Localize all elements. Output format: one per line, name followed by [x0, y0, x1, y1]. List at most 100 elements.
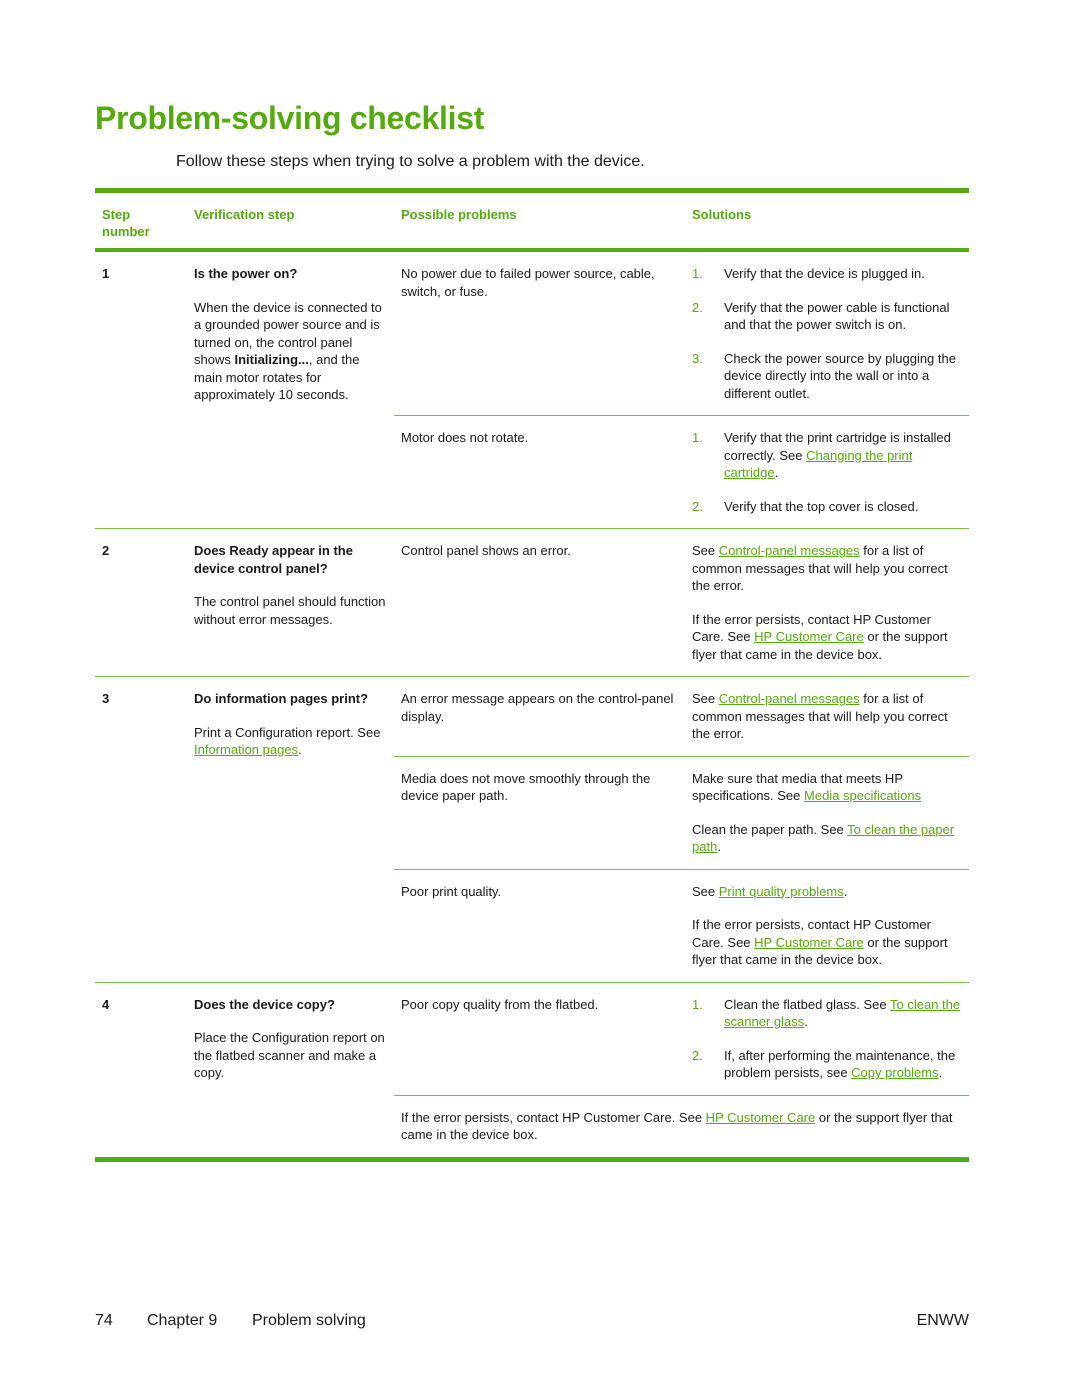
solution-text: Verify that the power cable is functiona… [724, 299, 950, 333]
solution-cell: 1. Verify that the device is plugged in. … [685, 252, 969, 415]
chapter-label: Chapter 9 [147, 1312, 218, 1329]
solution-item: 3. Check the power source by plugging the… [692, 350, 963, 403]
solution-text: Verify that the print cartridge is insta… [724, 429, 963, 482]
solution-text: If, after performing the maintenance, th… [724, 1047, 963, 1082]
solution-cell: 1. Verify that the print cartridge is ins… [685, 416, 969, 528]
problem-row: Poor copy quality from the flatbed. 1. Cl… [394, 983, 969, 1095]
verification-question: Does the device copy? [194, 996, 335, 1012]
step-row-2: 2 Does Ready appear in the device contro… [95, 529, 969, 676]
problems-group: No power due to failed power source, cab… [394, 252, 969, 528]
problem-row: Motor does not rotate. 1. Verify that the… [394, 415, 969, 528]
solution-item: 2. Verify that the top cover is closed. [692, 498, 963, 516]
verification-step: Is the power on? When the device is conn… [187, 252, 394, 528]
link-information-pages[interactable]: Information pages [194, 742, 298, 757]
solution-list: 1. Clean the flatbed glass. See To clean … [692, 996, 963, 1082]
intro-text: Follow these steps when trying to solve … [176, 153, 645, 170]
list-number: 1. [692, 430, 703, 445]
step-row-3: 3 Do information pages print? Print a Co… [95, 677, 969, 982]
solution-paragraph: Clean the paper path. See To clean the p… [692, 821, 963, 856]
desc-bold: Initializing... [234, 352, 309, 367]
solution-cell: See Print quality problems. If the error… [685, 870, 969, 982]
solution-text: Verify that the top cover is closed. [724, 498, 919, 514]
link-hp-customer-care[interactable]: HP Customer Care [754, 629, 864, 644]
text: Print a Configuration report. See [194, 724, 381, 740]
verification-description: The control panel should function withou… [194, 594, 386, 627]
step-row-4: 4 Does the device copy? Place the Config… [95, 983, 969, 1157]
solution-paragraph: If the error persists, contact HP Custom… [692, 916, 963, 969]
text: See [692, 691, 719, 706]
verification-description: Print a Configuration report. See Inform… [194, 724, 388, 759]
solution-text: Check the power source by plugging the d… [724, 350, 956, 401]
solution-item: 1. Verify that the print cartridge is ins… [692, 429, 963, 482]
text: Clean the flatbed glass. See [724, 996, 890, 1012]
text: See [692, 883, 719, 899]
problems-group: Control panel shows an error. See Contro… [394, 529, 969, 676]
list-number: 1. [692, 996, 703, 1012]
solution-item: 1. Verify that the device is plugged in. [692, 265, 963, 283]
solution-text: Clean the flatbed glass. See To clean th… [724, 996, 963, 1031]
problems-group: An error message appears on the control-… [394, 677, 969, 982]
verification-step: Does Ready appear in the device control … [187, 529, 394, 676]
verification-step: Does the device copy? Place the Configur… [187, 983, 394, 1157]
step-number: 2 [102, 543, 110, 558]
text: Clean the paper path. See [692, 821, 848, 837]
link-copy-problems[interactable]: Copy problems [851, 1065, 938, 1080]
solution-cell: See Control-panel messages for a list of… [685, 529, 969, 676]
section-label: Problem solving [252, 1312, 366, 1329]
verification-step: Do information pages print? Print a Conf… [187, 677, 394, 982]
header-verification-step: Verification step [194, 207, 295, 222]
verification-description: Place the Configuration report on the fl… [194, 1030, 385, 1080]
step-row-1: 1 Is the power on? When the device is co… [95, 252, 969, 528]
step-number: 1 [102, 266, 110, 281]
problem-text: Poor copy quality from the flatbed. [401, 996, 599, 1012]
text: . [938, 1065, 943, 1080]
page-footer: 74 Chapter 9 Problem solving ENWW [95, 1312, 969, 1330]
problems-group: Poor copy quality from the flatbed. 1. Cl… [394, 983, 969, 1157]
problem-text: Poor print quality. [401, 883, 502, 899]
span-note: If the error persists, contact HP Custom… [394, 1094, 969, 1157]
problem-row: Control panel shows an error. See Contro… [394, 529, 969, 676]
problem-row: An error message appears on the control-… [394, 677, 969, 756]
link-print-quality-problems[interactable]: Print quality problems [719, 884, 844, 899]
solution-text: Verify that the device is plugged in. [724, 266, 925, 281]
solution-cell: 1. Clean the flatbed glass. See To clean … [685, 983, 969, 1095]
link-hp-customer-care[interactable]: HP Customer Care [706, 1110, 816, 1125]
problem-text: An error message appears on the control-… [401, 691, 674, 724]
page-number: 74 [95, 1312, 113, 1329]
step-number: 3 [102, 691, 110, 706]
solution-cell: See Control-panel messages for a list of… [685, 677, 969, 756]
link-hp-customer-care[interactable]: HP Customer Care [754, 935, 864, 950]
locale-code: ENWW [916, 1312, 969, 1329]
link-media-specifications[interactable]: Media specifications [804, 788, 921, 803]
list-number: 2. [692, 498, 703, 514]
problem-row: Poor print quality. See Print quality pr… [394, 868, 969, 982]
verification-question: Does Ready appear in the device control … [194, 543, 353, 576]
text: . [774, 465, 779, 480]
list-number: 2. [692, 1047, 703, 1063]
text: . [717, 839, 721, 854]
step-number: 4 [102, 996, 110, 1012]
solution-paragraph: If the error persists, contact HP Custom… [692, 611, 963, 664]
table-bottom-rule [95, 1156, 969, 1162]
problem-text: Control panel shows an error. [401, 543, 571, 558]
verification-description: When the device is connected to a ground… [194, 299, 388, 404]
solution-list: 1. Verify that the device is plugged in. … [692, 265, 963, 402]
link-control-panel-messages[interactable]: Control-panel messages [719, 691, 860, 706]
solution-paragraph: Make sure that media that meets HP speci… [692, 770, 963, 805]
link-control-panel-messages[interactable]: Control-panel messages [719, 543, 860, 558]
header-solutions: Solutions [692, 207, 752, 222]
list-number: 2. [692, 299, 703, 315]
problem-text: Media does not move smoothly through the… [401, 770, 651, 804]
text: See [692, 543, 719, 558]
solution-item: 2. If, after performing the maintenance, … [692, 1047, 963, 1082]
problem-text: No power due to failed power source, cab… [401, 266, 655, 299]
text: . [804, 1014, 808, 1029]
text: . [843, 883, 848, 899]
solution-cell: Make sure that media that meets HP speci… [685, 757, 969, 869]
list-number: 1. [692, 266, 703, 281]
page-title: Problem-solving checklist [95, 100, 485, 136]
problem-row: No power due to failed power source, cab… [394, 252, 969, 415]
solution-item: 2. Verify that the power cable is functio… [692, 299, 963, 334]
verification-question: Do information pages print? [194, 691, 369, 706]
solution-paragraph: See Control-panel messages for a list of… [692, 542, 963, 595]
